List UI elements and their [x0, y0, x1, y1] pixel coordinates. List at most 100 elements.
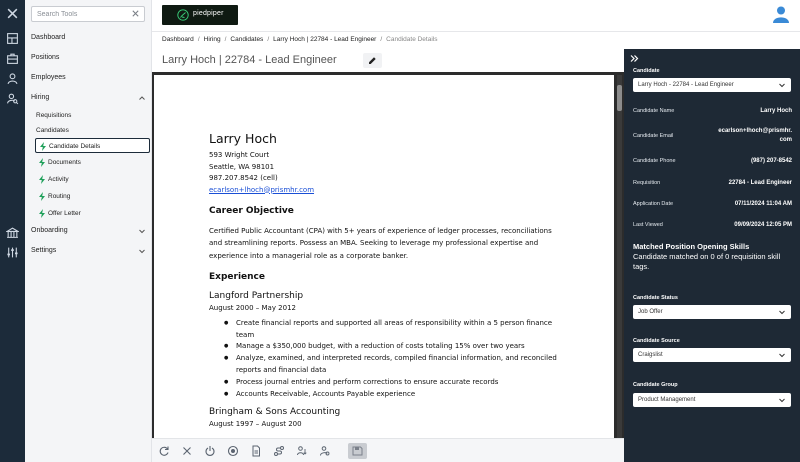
sidebar-item-label: Candidate Details [49, 143, 101, 150]
candidate-phone-value: (987) 207-8542 [750, 158, 792, 164]
breadcrumb-candidates[interactable]: Candidates [230, 36, 263, 43]
sidebar-item-settings[interactable]: Settings [25, 244, 152, 258]
resume-address-line-2: Seattle, WA 98101 [209, 162, 275, 171]
route-icon[interactable] [273, 445, 285, 457]
sidebar-item-candidate-details[interactable]: Candidate Details [35, 138, 150, 153]
resume-bullet: Manage a $350,000 budget, with a reducti… [224, 341, 559, 353]
sidebar-item-label: Documents [48, 159, 81, 166]
lightning-icon [38, 175, 46, 184]
candidate-email-value-line: ecarlson+lhoch@prismhr. [718, 128, 792, 134]
resume-name: Larry Hoch [209, 131, 277, 146]
user-search-icon[interactable] [319, 445, 331, 457]
lightning-icon [38, 192, 46, 201]
pencil-icon [369, 57, 376, 64]
company-logo[interactable]: piedpiper [162, 5, 238, 25]
top-bar: piedpiper [152, 0, 800, 32]
sidebar-item-label: Employees [31, 74, 66, 81]
sidebar-item-label: Settings [31, 247, 57, 254]
sidebar-item-activity[interactable]: Activity [35, 172, 150, 187]
candidate-select-value: Larry Hoch - 22784 - Lead Engineer [638, 82, 734, 88]
document-icon[interactable] [250, 445, 262, 457]
edit-button[interactable] [363, 53, 382, 68]
briefcase-icon[interactable] [6, 52, 19, 65]
requisition-label: Requisition [633, 180, 661, 186]
sidebar-item-candidates[interactable]: Candidates [36, 125, 69, 137]
sidebar-item-hiring[interactable]: Hiring [25, 91, 152, 105]
application-date-value: 07/11/2024 11:04 AM [734, 201, 792, 207]
sidebar-item-label: Positions [31, 54, 60, 61]
sidebar-item-label: Routing [48, 193, 71, 200]
resume-employment-dates: August 1997 – August 200 [209, 420, 302, 429]
resume-email-link[interactable]: ecarlson+lhoch@prismhr.com [209, 185, 614, 197]
resume-phone: 987.207.8542 (cell) [209, 174, 278, 182]
candidate-group-label: Candidate Group [633, 382, 678, 388]
resume-employer: Bringham & Sons Accounting [209, 407, 341, 418]
resume-employment-dates: August 2000 – May 2012 [209, 303, 296, 312]
resume-bullet: Process journal entries and perform corr… [224, 377, 559, 389]
chevron-down-icon [138, 247, 146, 255]
sidebar-item-positions[interactable]: Positions [25, 51, 152, 65]
candidate-email-label: Candidate Email [633, 133, 674, 139]
close-icon[interactable] [181, 445, 193, 457]
candidate-name-value: Larry Hoch [760, 108, 792, 114]
breadcrumb: Dashboard / Hiring / Candidates / Larry Hoch |… [162, 36, 438, 43]
breadcrumb-candidate[interactable]: Larry Hoch | 22784 - Lead Engineer [273, 36, 376, 43]
user-avatar-icon[interactable] [772, 5, 790, 23]
sidebar-item-onboarding[interactable]: Onboarding [25, 224, 152, 238]
requisition-value: 22784 - Lead Engineer [728, 180, 792, 186]
breadcrumb-hiring[interactable]: Hiring [204, 36, 221, 43]
chevron-down-icon [778, 351, 786, 359]
lightning-icon [39, 142, 47, 151]
candidate-status-label: Candidate Status [633, 295, 678, 301]
dashboard-icon[interactable] [6, 32, 19, 45]
sidebar-item-dashboard[interactable]: Dashboard [25, 31, 152, 45]
viewer-scrollbar[interactable] [617, 75, 622, 438]
settings-icon[interactable] [6, 246, 19, 259]
sidebar-item-offer-letter[interactable]: Offer Letter [35, 206, 150, 221]
onboarding-icon[interactable] [6, 226, 19, 239]
breadcrumb-current: Candidate Details [386, 36, 438, 43]
breadcrumb-dashboard[interactable]: Dashboard [162, 36, 194, 43]
chevron-up-icon [138, 94, 146, 102]
candidate-select[interactable]: Larry Hoch - 22784 - Lead Engineer [633, 78, 791, 92]
sidebar: Dashboard Positions Employees Hiring Req… [25, 0, 152, 462]
sidebar-item-label: Activity [48, 176, 69, 183]
candidate-status-select[interactable]: Job Offer [633, 305, 791, 319]
lightning-icon [38, 158, 46, 167]
sidebar-item-documents[interactable]: Documents [35, 155, 150, 170]
application-date-label: Application Date [633, 201, 674, 207]
candidate-panel: Candidate Larry Hoch - 22784 - Lead Engi… [624, 49, 800, 462]
lightning-icon [38, 209, 46, 218]
sidebar-item-employees[interactable]: Employees [25, 71, 152, 85]
hiring-search-icon[interactable] [6, 92, 19, 105]
resume-bullet-list: Create financial reports and supported a… [224, 318, 559, 401]
clear-search-icon[interactable] [131, 9, 140, 18]
resume-objective-text: Certified Public Accountant (CPA) with 5… [209, 227, 552, 260]
sidebar-item-label: Dashboard [31, 34, 66, 41]
candidate-status-value: Job Offer [638, 309, 663, 315]
candidate-group-value: Product Management [638, 397, 696, 403]
icon-rail [0, 0, 25, 462]
resume-employer: Langford Partnership [209, 290, 304, 301]
resume-bullet: Accounts Receivable, Accounts Payable ex… [224, 389, 559, 401]
candidate-source-label: Candidate Source [633, 338, 680, 344]
record-icon[interactable] [227, 445, 239, 457]
power-icon[interactable] [204, 445, 216, 457]
chevron-down-icon [778, 308, 786, 316]
search-input[interactable] [32, 7, 128, 21]
person-icon[interactable] [6, 72, 19, 85]
sidebar-item-requisitions[interactable]: Requisitions [36, 110, 71, 122]
candidate-group-select[interactable]: Product Management [633, 393, 791, 407]
person-switch-icon[interactable] [296, 445, 308, 457]
candidate-phone-label: Candidate Phone [633, 158, 676, 164]
candidate-source-select[interactable]: Craigslist [633, 348, 791, 362]
candidate-name-label: Candidate Name [633, 108, 675, 114]
chevron-down-icon [778, 81, 786, 89]
sidebar-item-routing[interactable]: Routing [35, 189, 150, 204]
close-menu-icon[interactable] [6, 7, 19, 20]
save-button[interactable] [348, 443, 367, 459]
refresh-icon[interactable] [158, 445, 170, 457]
scrollbar-thumb[interactable] [617, 85, 622, 111]
last-viewed-label: Last Viewed [633, 222, 663, 228]
double-chevron-right-icon[interactable] [630, 54, 639, 63]
